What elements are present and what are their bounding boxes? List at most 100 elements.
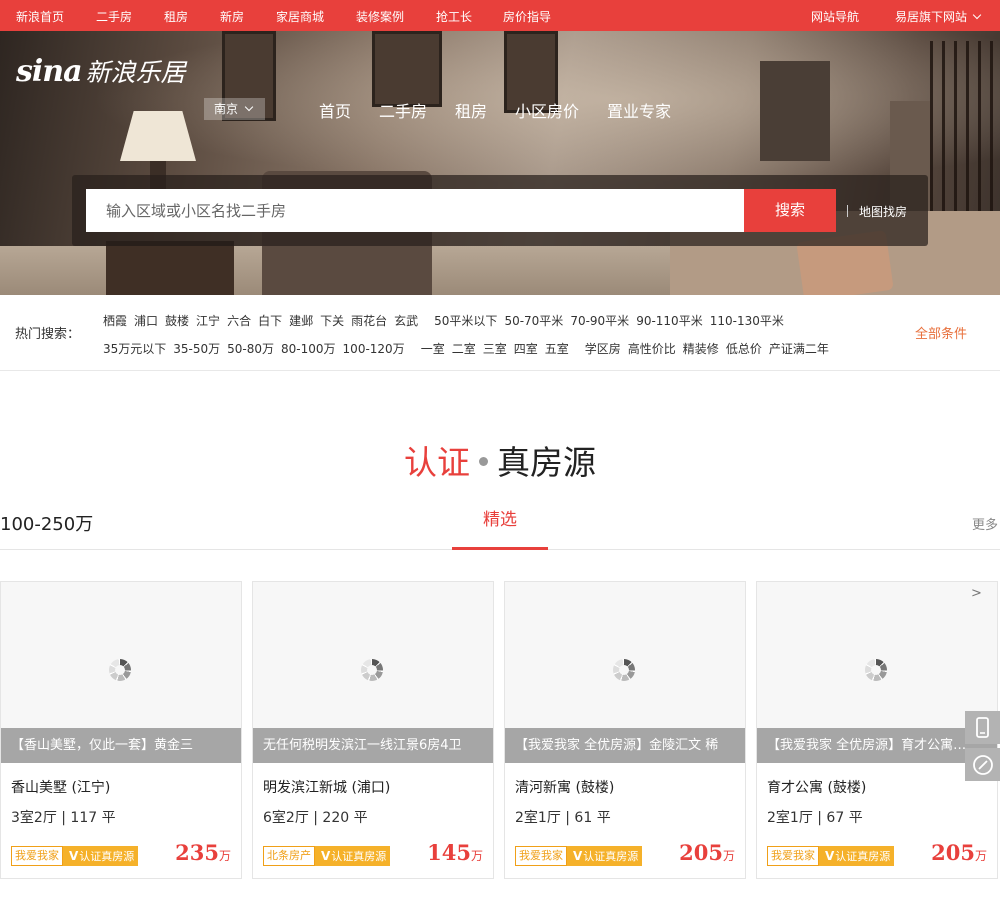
nav-secondhand[interactable]: 二手房 xyxy=(379,98,427,122)
verified-badge: 认证真房源 xyxy=(567,846,643,866)
top-link-foreman[interactable]: 抢工长 xyxy=(436,8,472,25)
listing-community: 香山美墅 (江宁) xyxy=(11,780,111,796)
listing-price: 145万 xyxy=(427,840,483,865)
listing-layout-area: 3室2厅 | 117 平 xyxy=(11,810,116,826)
listing-layout-area: 2室1厅 | 61 平 xyxy=(515,810,611,826)
hot-search-tag[interactable]: 江宁 xyxy=(196,314,220,328)
listing-community: 明发滨江新城 (浦口) xyxy=(263,780,391,796)
listing-image: > xyxy=(757,582,997,728)
top-link-sina-home[interactable]: 新浪首页 xyxy=(16,8,64,25)
sister-sites-label: 易居旗下网站 xyxy=(895,10,968,24)
nav-community-price[interactable]: 小区房价 xyxy=(515,98,579,122)
hot-search-tag[interactable]: 白下 xyxy=(258,314,282,328)
verified-badge: 认证真房源 xyxy=(63,846,139,866)
nav-agent-experts[interactable]: 置业专家 xyxy=(607,98,671,122)
price-value: 205 xyxy=(931,840,975,865)
hot-search-tag[interactable]: 低总价 xyxy=(726,342,762,356)
hot-search-tag[interactable]: 70-90平米 xyxy=(570,314,629,328)
price-value: 235 xyxy=(175,840,219,865)
hot-search-tag[interactable]: 50平米以下 xyxy=(434,314,497,328)
listing-layout-area: 2室1厅 | 67 平 xyxy=(767,810,863,826)
hot-search-tag[interactable]: 下关 xyxy=(320,314,344,328)
hero-side-table xyxy=(106,241,234,295)
hot-search-tag[interactable]: 50-80万 xyxy=(227,342,274,356)
hot-search-tag[interactable]: 五室 xyxy=(545,342,569,356)
search-button[interactable]: 搜索 xyxy=(744,189,836,232)
verified-badge: 认证真房源 xyxy=(315,846,391,866)
hot-search-tag[interactable]: 90-110平米 xyxy=(636,314,703,328)
city-selector[interactable]: 南京 xyxy=(204,98,265,120)
listing-image xyxy=(505,582,745,728)
hot-search-tag[interactable]: 80-100万 xyxy=(281,342,336,356)
listing-caption: 无任何税明发滨江一线江景6房4卫 xyxy=(253,728,493,763)
more-link[interactable]: 更多 xyxy=(972,514,998,533)
listing-price: 235万 xyxy=(175,840,231,865)
loading-spinner-icon xyxy=(361,659,383,681)
search-input[interactable] xyxy=(86,189,744,232)
hot-search-tag[interactable]: 100-120万 xyxy=(343,342,405,356)
hot-search-tag[interactable]: 栖霞 xyxy=(103,314,127,328)
logo-text: 新浪乐居 xyxy=(85,58,186,87)
hot-search-label: 热门搜索： xyxy=(15,327,81,342)
mobile-app-button[interactable] xyxy=(965,711,1000,744)
hot-search-tag[interactable]: 35-50万 xyxy=(173,342,220,356)
site-nav-link[interactable]: 网站导航 xyxy=(811,8,859,25)
top-link-price-guide[interactable]: 房价指导 xyxy=(503,8,551,25)
listing-caption: 【我爱我家 全优房源】金陵汇文 稀 xyxy=(505,728,745,763)
listing-card[interactable]: 【我爱我家 全优房源】金陵汇文 稀 清河新寓 (鼓楼) 2室1厅 | 61 平 … xyxy=(504,581,746,879)
hot-search-tag[interactable]: 六合 xyxy=(227,314,251,328)
hot-search-tag[interactable]: 35万元以下 xyxy=(103,342,166,356)
top-link-newhouse[interactable]: 新房 xyxy=(220,8,244,25)
top-nav-bar: 新浪首页 二手房 租房 新房 家居商城 装修案例 抢工长 房价指导 网站导航 易… xyxy=(0,0,1000,31)
hot-search-tag[interactable]: 110-130平米 xyxy=(710,314,784,328)
loading-spinner-icon xyxy=(865,659,887,681)
hot-search-tag[interactable]: 三室 xyxy=(483,342,507,356)
loading-spinner-icon xyxy=(613,659,635,681)
loading-spinner-icon xyxy=(109,659,131,681)
top-link-home-mall[interactable]: 家居商城 xyxy=(276,8,324,25)
hot-search-tag[interactable]: 产证满二年 xyxy=(769,342,829,356)
listing-community: 清河新寓 (鼓楼) xyxy=(515,780,615,796)
listing-layout-area: 6室2厅 | 220 平 xyxy=(263,810,368,826)
top-link-secondhand[interactable]: 二手房 xyxy=(96,8,132,25)
hot-search-tag[interactable]: 学区房 xyxy=(585,342,621,356)
listing-badges: 我爱我家认证真房源 xyxy=(515,846,643,866)
price-unit: 万 xyxy=(218,849,231,863)
top-link-decor-cases[interactable]: 装修案例 xyxy=(356,8,404,25)
section-title: 认证 真房源 xyxy=(0,436,1000,484)
site-logo[interactable]: sina 新浪乐居 xyxy=(16,52,186,90)
nav-rent[interactable]: 租房 xyxy=(455,98,487,122)
agency-badge: 我爱我家 xyxy=(11,846,63,866)
listing-badges: 北条房产认证真房源 xyxy=(263,846,391,866)
nav-home[interactable]: 首页 xyxy=(319,98,351,122)
hero-fireplace xyxy=(760,61,830,161)
hot-search-tag[interactable]: 一室 xyxy=(421,342,445,356)
agency-badge: 我爱我家 xyxy=(767,846,819,866)
feedback-button[interactable] xyxy=(965,748,1000,781)
listing-card[interactable]: 无任何税明发滨江一线江景6房4卫 明发滨江新城 (浦口) 6室2厅 | 220 … xyxy=(252,581,494,879)
search-panel: 搜索 地图找房 xyxy=(72,175,928,246)
map-search-link[interactable]: 地图找房 xyxy=(859,203,907,220)
chevron-down-icon xyxy=(972,10,982,20)
sister-sites-dropdown[interactable]: 易居旗下网站 xyxy=(895,8,982,25)
top-link-rent[interactable]: 租房 xyxy=(164,8,188,25)
hot-search-tag[interactable]: 二室 xyxy=(452,342,476,356)
hot-search-tag[interactable]: 四室 xyxy=(514,342,538,356)
dot-separator xyxy=(479,457,488,466)
hot-search-row-district-area: 栖霞 浦口 鼓楼 江宁 六合 白下 建邺 下关 雨花台 玄武 50平米以下 50-70平米 70-90平… xyxy=(103,312,791,329)
hot-search-tag[interactable]: 精装修 xyxy=(683,342,719,356)
hot-search-tag[interactable]: 浦口 xyxy=(134,314,158,328)
listing-card[interactable]: 【香山美墅，仅此一套】黄金三 香山美墅 (江宁) 3室2厅 | 117 平 我爱… xyxy=(0,581,242,879)
hot-search-tag[interactable]: 50-70平米 xyxy=(504,314,563,328)
listing-badges: 我爱我家认证真房源 xyxy=(767,846,895,866)
hot-search-tag[interactable]: 建邺 xyxy=(289,314,313,328)
tab-featured[interactable]: 精选 xyxy=(452,500,548,550)
hot-search-tag[interactable]: 玄武 xyxy=(394,314,418,328)
listing-card[interactable]: > 【我爱我家 全优房源】育才公寓… 育才公寓 (鼓楼) 2室1厅 | 67 平… xyxy=(756,581,998,879)
hot-search-tag[interactable]: 雨花台 xyxy=(351,314,387,328)
carousel-next-arrow[interactable]: > xyxy=(971,586,982,601)
hot-search-tag[interactable]: 高性价比 xyxy=(628,342,676,356)
hot-search-row-price-rooms: 35万元以下 35-50万 50-80万 80-100万 100-120万 一室 二室 三室四… xyxy=(103,340,836,357)
hot-search-tag[interactable]: 鼓楼 xyxy=(165,314,189,328)
all-conditions-link[interactable]: 全部条件 xyxy=(915,323,967,342)
